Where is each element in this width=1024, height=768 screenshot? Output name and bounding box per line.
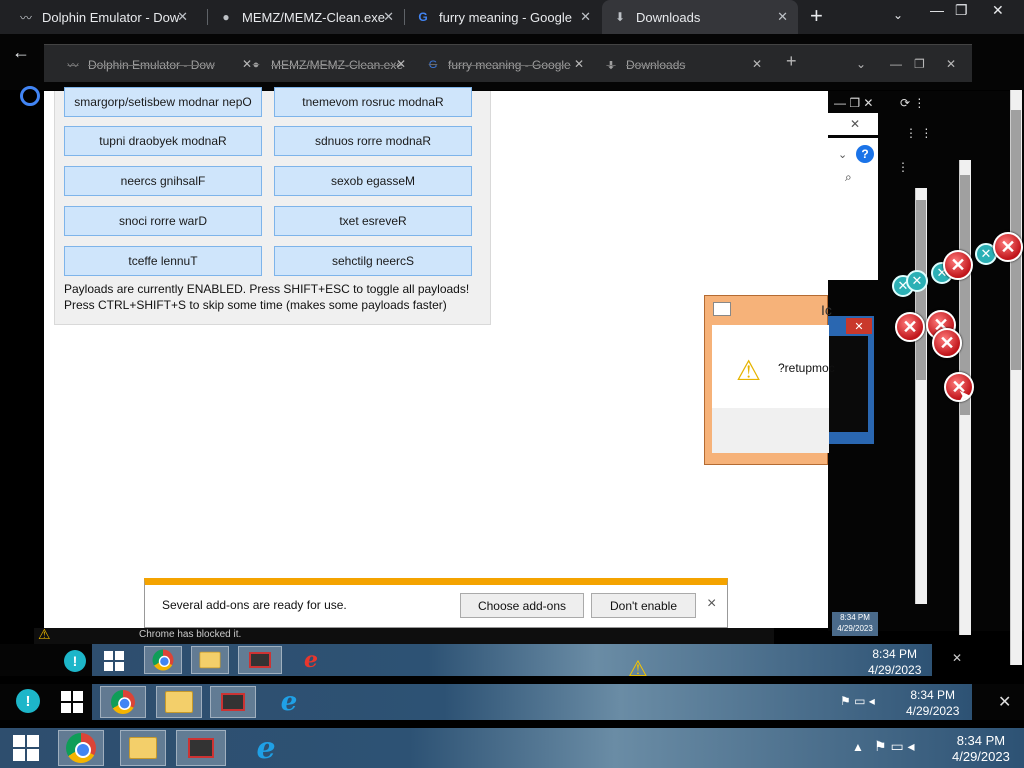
addons-message: Several add-ons are ready for use.	[162, 598, 347, 612]
payload-button[interactable]: tnemevom rosruc modnaR	[274, 87, 472, 117]
folder-task[interactable]	[191, 646, 229, 674]
ghost-tab: 〰 Dolphin Emulator - Dow	[67, 58, 215, 72]
blocked-text: Chrome has blocked it.	[139, 629, 242, 640]
back-arrow-icon[interactable]: ←	[12, 42, 30, 63]
google-icon: G	[418, 10, 428, 24]
tab-memz[interactable]: ● MEMZ/MEMZ-Clean.exe ✕	[208, 0, 404, 34]
payload-button[interactable]: tupni draobyek modnaR	[64, 126, 262, 156]
message-dialog: Ic ⚠ ?retupmoc	[704, 295, 835, 465]
warning-icon: ⚠	[736, 355, 762, 386]
warning-icon: ⚠	[628, 656, 648, 681]
close-icon: ✕	[846, 318, 872, 334]
taskbar-3: ! e ⚠ 8:34 PM 4/29/2023 ✕	[0, 644, 1024, 681]
ghost-tab: Gfurry meaning - Google	[428, 58, 571, 72]
new-tab-button[interactable]: +	[810, 3, 823, 29]
dialog-message: ?retupmoc	[778, 361, 835, 375]
dialog-footer	[712, 408, 829, 453]
tab-google[interactable]: G furry meaning - Google ✕	[405, 0, 601, 34]
glitch-controls: ⟳ ⋮	[900, 96, 926, 110]
choose-addons-button[interactable]: Choose add-ons	[460, 593, 584, 618]
close-icon[interactable]: ✕	[177, 9, 188, 25]
ie-task[interactable]: e	[292, 644, 330, 676]
error-icon: ✕	[932, 328, 962, 358]
close-icon: ✕	[998, 694, 1012, 711]
clock[interactable]: 8:34 PM 4/29/2023	[952, 733, 1010, 765]
payload-button[interactable]: sexob egasseM	[274, 166, 472, 196]
ghost-tab-bar: 〰 Dolphin Emulator - Dow ✕ ● MEMZ/MEMZ-Cle…	[44, 44, 972, 82]
show-hidden-icons[interactable]: ▲	[852, 740, 864, 754]
browser-tab-bar: 〰 Dolphin Emulator - Dow ✕ ● MEMZ/MEMZ-C…	[0, 0, 1024, 34]
chrome-task[interactable]	[144, 646, 182, 674]
ghost-tab: ● MEMZ/MEMZ-Clean.exe	[252, 58, 404, 72]
dont-enable-button[interactable]: Don't enable	[591, 593, 696, 618]
tray-icons: ⚑ ▭ ◂	[840, 694, 875, 708]
blue-window-body	[828, 336, 868, 432]
close-window-icon[interactable]: ✕	[992, 2, 1004, 19]
close-icon[interactable]: ✕	[383, 9, 394, 25]
tab-dolphin[interactable]: 〰 Dolphin Emulator - Dow ✕	[8, 0, 198, 34]
addons-notification: Several add-ons are ready for use. Choos…	[144, 578, 728, 628]
clock: 8:34 PM 4/29/2023	[906, 688, 960, 718]
close-icon[interactable]: ✕	[777, 9, 788, 25]
folder-task[interactable]	[120, 730, 166, 766]
payload-button[interactable]: tceffe lennuT	[64, 246, 262, 276]
taskbar: e ▲ ⚑ ▭ ◂ 8:34 PM 4/29/2023	[0, 728, 1024, 768]
chrome-task[interactable]	[100, 686, 146, 718]
ie-task[interactable]: e	[242, 728, 290, 768]
memz-panel: smargorp/setisbew modnar nepO tnemevom r…	[54, 87, 491, 325]
close-icon[interactable]: ✕	[580, 9, 591, 25]
alert-icon: !	[64, 650, 86, 672]
dialog-title: Ic	[821, 302, 832, 318]
tab-downloads[interactable]: ⬇ Downloads ✕	[602, 0, 798, 34]
blocked-strip: ⚠ Chrome has blocked it.	[34, 626, 774, 644]
cursor-icon: ➤	[958, 388, 972, 405]
error-icon: ✕	[906, 270, 928, 292]
error-icon: ✕	[993, 232, 1023, 262]
start-button[interactable]	[100, 649, 128, 673]
close-icon: ✕	[850, 117, 861, 131]
payload-button[interactable]: snoci rorre warD	[64, 206, 262, 236]
taskbar-2: ! e ⚑ ▭ ◂ 8:34 PM 4/29/2023 ✕	[0, 684, 1024, 720]
memz-task[interactable]	[176, 730, 226, 766]
start-button[interactable]	[56, 688, 88, 716]
payload-button[interactable]: smargorp/setisbew modnar nepO	[64, 87, 262, 117]
tray-icons: ⚑ ▭ ◂	[874, 738, 915, 754]
window-icon	[713, 302, 731, 316]
alert-icon: !	[16, 689, 40, 713]
glitch-controls: — ❐ ✕	[834, 96, 874, 110]
close-icon: ✕	[952, 651, 963, 665]
warning-icon: ⚠	[38, 626, 51, 642]
payload-button[interactable]: neercs gnihsalF	[64, 166, 262, 196]
chrome-task[interactable]	[58, 730, 104, 766]
chevron-down-icon: ⌄	[838, 149, 848, 161]
ghost-tab: ⬇ Downloads	[606, 58, 686, 72]
start-button[interactable]	[8, 732, 44, 764]
chevron-down-icon[interactable]: ⌄	[893, 8, 903, 22]
payload-hint-text: Press CTRL+SHIFT+S to skip some time (ma…	[64, 298, 447, 312]
github-icon: ●	[222, 10, 230, 24]
close-icon[interactable]: ×	[707, 595, 716, 613]
loading-icon	[20, 86, 40, 106]
help-icon: ?	[856, 145, 874, 163]
clock: 8:34 PM 4/29/2023	[868, 647, 922, 677]
payload-button[interactable]: txet esreveR	[274, 206, 472, 236]
error-icon: ✕	[943, 250, 973, 280]
mini-clock: 8:34 PM 4/29/2023	[832, 612, 878, 636]
memz-task[interactable]	[238, 646, 282, 674]
error-icon: ✕	[895, 312, 925, 342]
minimize-icon[interactable]: —	[930, 2, 944, 18]
menu-dots-icon: ⋮ ⋮	[905, 126, 933, 140]
payload-button[interactable]: sdnuos rorre modnaR	[274, 126, 472, 156]
dolphin-icon: 〰	[19, 10, 32, 25]
payload-status-text: Payloads are currently ENABLED. Press SH…	[64, 282, 470, 296]
ie-task[interactable]: e	[266, 684, 312, 720]
folder-task[interactable]	[156, 686, 202, 718]
maximize-icon[interactable]: ❐	[955, 2, 968, 19]
memz-task[interactable]	[210, 686, 256, 718]
search-icon: ⌕	[845, 170, 852, 184]
menu-dots-icon: ⋮	[897, 160, 909, 174]
payload-button[interactable]: sehctilg neercS	[274, 246, 472, 276]
download-icon: ⬇	[614, 10, 626, 24]
